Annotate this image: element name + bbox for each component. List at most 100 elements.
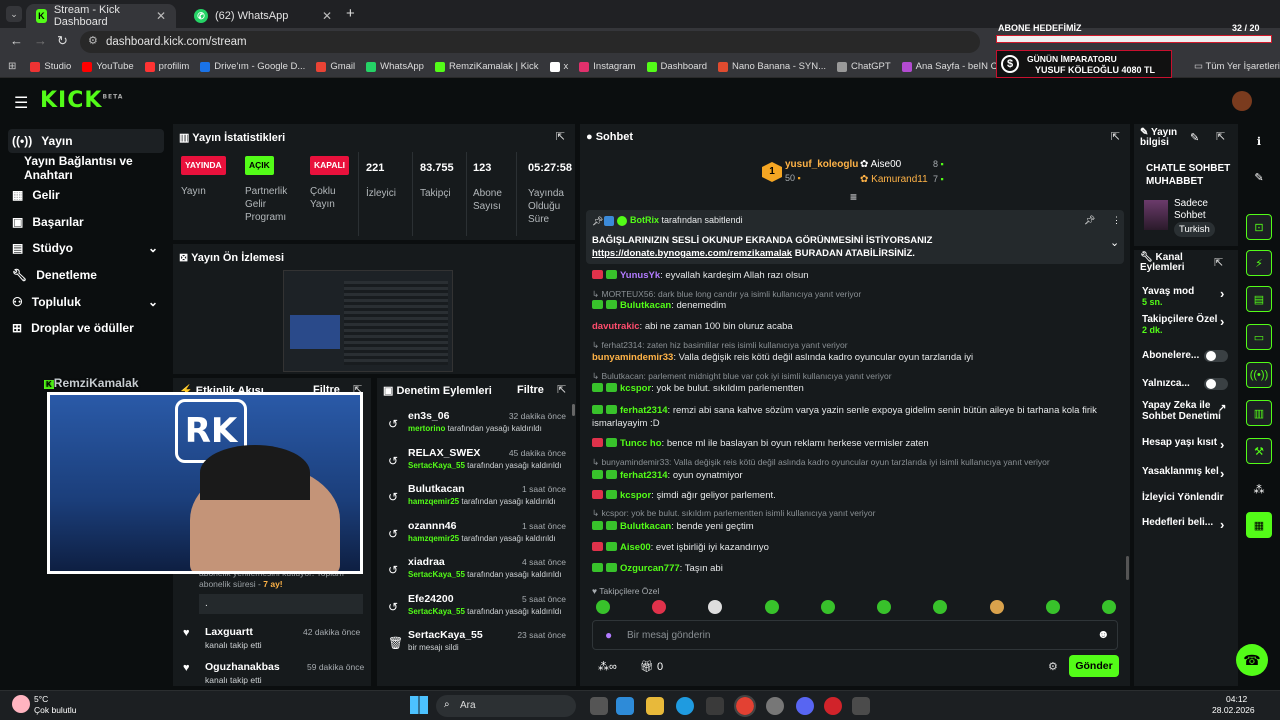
help-icon[interactable]: ☎ [1236, 644, 1268, 676]
sidebar-item-droplar[interactable]: ⊞ Droplar ve ödüller [8, 316, 164, 340]
chat-message[interactable]: ferhat2314: remzi abi sana kahve sözüm v… [592, 404, 1122, 430]
moderation-row[interactable]: ↺ ozannn46 1 saat önce hamzqemir25 tarafınd… [386, 520, 572, 556]
gifter-2[interactable]: ✿ Aise00 [860, 159, 901, 170]
emote-icon[interactable] [708, 600, 723, 614]
broadcast-icon[interactable]: ((•)) [1246, 362, 1272, 388]
moderation-scrollbar[interactable] [572, 404, 575, 416]
channel-points[interactable]: 🎁︎ 0 [640, 660, 663, 673]
task-view-icon[interactable] [590, 697, 608, 715]
bookmark-item[interactable]: WhatsApp [366, 61, 424, 72]
site-info-icon[interactable]: ⚙ [88, 34, 98, 47]
forward-icon[interactable]: → [34, 33, 47, 48]
chat-message[interactable]: Bulutkacan: bende yeni geçtim [592, 520, 1122, 533]
chat-message[interactable]: kcspor: yok be bulut. sıkıldım parlement… [592, 382, 1122, 395]
edit-icon[interactable]: ✎ [1190, 131, 1199, 144]
toggle-switch[interactable] [1204, 378, 1228, 390]
moderation-row[interactable]: 🗑︎ SertacKaya_55 23 saat önce bir mesajı si… [386, 629, 572, 665]
user-avatar[interactable] [1232, 91, 1252, 111]
chat-message[interactable]: bunyamindemir33: Valla değişik reis kötü… [592, 351, 1122, 364]
moderation-row[interactable]: ↺ Bulutkacan 1 saat önce hamzqemir25 tarafı… [386, 483, 572, 519]
emote-icon[interactable] [877, 600, 892, 614]
reload-icon[interactable]: ↻ [57, 33, 68, 49]
channel-action-item[interactable]: Takipçilere Özel 2 dk. › [1142, 314, 1232, 336]
emote-icon[interactable] [652, 600, 667, 614]
tab-kick-dashboard[interactable]: K Stream - Kick Dashboard ✕ [26, 4, 176, 28]
bookmark-item[interactable]: Drive'ım - Google D... [200, 61, 305, 72]
channel-action-item[interactable]: Yapay Zeka ile Sohbet Denetimi ↗ [1142, 400, 1232, 422]
kick-logo[interactable]: KICKBETA [40, 88, 123, 113]
moderation-row[interactable]: ↺ en3s_06 32 dakika önce mertorino tarafınd… [386, 410, 572, 446]
chat-username[interactable]: davutrakic [592, 321, 640, 332]
edit-icon[interactable]: ✎ [1246, 164, 1272, 190]
sidebar-item-basarilar[interactable]: ▣ Başarılar [8, 210, 164, 234]
chat-username[interactable]: kcspor [620, 383, 651, 394]
discord-icon[interactable] [796, 697, 814, 715]
points-icon[interactable]: ⁂∞ [598, 660, 617, 673]
sidebar-item-yayin[interactable]: ((•)) Yayın [8, 129, 164, 153]
unpin-icon[interactable]: 📌︎ [1084, 215, 1095, 226]
chat-username[interactable]: kcspor [620, 490, 651, 501]
capture-icon[interactable]: ⊡ [1246, 214, 1272, 240]
wrench-icon[interactable]: ⚒ [1246, 438, 1272, 464]
toggle-switch[interactable] [1204, 350, 1228, 362]
chat-username[interactable]: Bulutkacan [620, 521, 671, 532]
bookmark-item[interactable]: YouTube [82, 61, 134, 72]
weather-icon[interactable] [12, 695, 30, 713]
popout-icon[interactable]: ⇱ [1214, 256, 1223, 269]
emote-icon[interactable] [1045, 600, 1060, 614]
chat-username[interactable]: Tuncc ho [620, 438, 662, 449]
chat-message[interactable]: YunusYk: eyvallah kardeşim Allah razı ol… [592, 269, 1122, 282]
menu-icon[interactable]: ☰ [14, 93, 28, 113]
emote-icon[interactable] [764, 600, 779, 614]
tab-whatsapp[interactable]: ✆ (62) WhatsApp ✕ [184, 4, 342, 28]
store-icon[interactable] [706, 697, 724, 715]
bookmark-item[interactable]: Studio [30, 61, 71, 72]
clipboard-icon[interactable]: ▤ [1246, 286, 1272, 312]
chat-username[interactable]: ferhat2314 [620, 405, 668, 416]
emote-icon[interactable] [1101, 600, 1116, 614]
copilot-icon[interactable] [616, 697, 634, 715]
steam-icon[interactable] [766, 697, 784, 715]
edge-icon[interactable] [676, 697, 694, 715]
url-field[interactable]: ⚙ dashboard.kick.com/stream [80, 31, 980, 53]
emote-icon[interactable] [596, 600, 610, 614]
chat-message[interactable]: Ozgurcan777: Taşın abi [592, 562, 1122, 575]
lightning-icon[interactable]: ⚡︎ [1246, 250, 1272, 276]
bookmark-item[interactable]: Ana Sayfa - beIN C... [901, 61, 1005, 72]
bookmark-item[interactable]: Dashboard [646, 61, 707, 72]
sidebar-item-denetleme[interactable]: 🔧︎ Denetleme [8, 263, 164, 287]
pinned-link[interactable]: https://donate.bynogame.com/remzikamalak [592, 248, 792, 259]
save-icon[interactable]: ▥ [1246, 400, 1272, 426]
popout-icon[interactable]: ⇱ [1111, 130, 1120, 143]
channel-action-item[interactable]: Abonelere... [1142, 350, 1232, 362]
emote-icon[interactable] [989, 600, 1004, 614]
chat-message[interactable]: kcspor: şimdi ağır geliyor parlement. [592, 489, 1122, 502]
chat-username[interactable]: bunyamindemir33 [592, 352, 673, 363]
emote-icon[interactable] [820, 600, 835, 614]
preview-video[interactable] [283, 270, 453, 372]
popout-icon[interactable]: ⇱ [557, 383, 566, 396]
emoji-picker-icon[interactable]: ☻ [1097, 627, 1110, 641]
bookmark-item[interactable]: Instagram [579, 61, 636, 72]
chat-message[interactable]: Aise00: evet işbirliği iyi kazandırıyo [592, 541, 1122, 554]
windows-start-icon[interactable] [410, 696, 428, 714]
sidebar-item-stream-key[interactable]: Yayın Bağlantısı ve Anahtarı [20, 154, 180, 182]
chat-username[interactable]: Bulutkacan [620, 300, 671, 311]
chat-input[interactable]: ● Bir mesaj gönderin ☻ [592, 620, 1118, 650]
more-options-icon[interactable]: ⋮ [1112, 215, 1121, 226]
bookmark-item[interactable]: profilim [144, 61, 189, 72]
bookmark-item[interactable]: ChatGPT [837, 61, 891, 72]
app-icon[interactable] [852, 697, 870, 715]
chat-message[interactable]: Bulutkacan: denemedim [592, 299, 1122, 312]
file-explorer-icon[interactable] [646, 697, 664, 715]
moderation-row[interactable]: ↺ RELAX_SWEX 45 dakika önce SertacKaya_55 t… [386, 447, 572, 483]
top-gifter-name[interactable]: yusuf_koleoglu [785, 159, 858, 170]
apps-grid-icon[interactable]: ⊞ [8, 61, 16, 72]
expand-gifters-icon[interactable]: ≡ [850, 190, 857, 204]
chat-scrollbar[interactable] [1126, 556, 1129, 580]
chat-username[interactable]: Ozgurcan777 [620, 563, 680, 574]
emote-icon[interactable] [933, 600, 948, 614]
chat-message[interactable]: Tuncc ho: bence ml ile baslayan bi oyun … [592, 437, 1122, 450]
bookmark-item[interactable]: x [549, 61, 568, 72]
add-widget-icon[interactable]: ▦ [1246, 512, 1272, 538]
